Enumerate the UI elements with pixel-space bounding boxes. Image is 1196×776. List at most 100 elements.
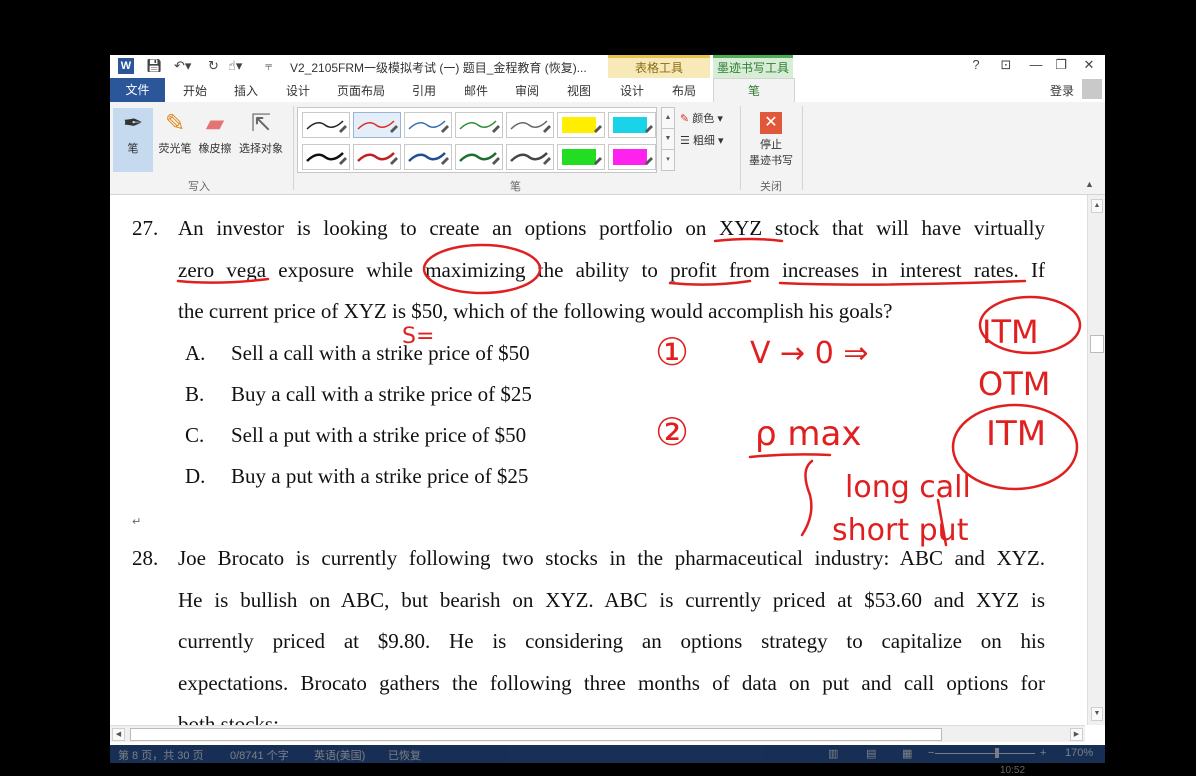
tab-file[interactable]: 文件 — [110, 78, 165, 102]
tab-references[interactable]: 引用 — [412, 82, 436, 99]
word-count[interactable]: 0/8741 个字 — [230, 747, 289, 763]
pen-swatch[interactable] — [302, 112, 350, 138]
tab-view[interactable]: 视图 — [567, 82, 591, 99]
print-layout-icon[interactable]: ▤ — [866, 747, 876, 760]
horizontal-scroll-thumb[interactable] — [130, 728, 942, 741]
pen-swatch[interactable] — [608, 144, 656, 170]
pen-swatch[interactable] — [404, 112, 452, 138]
ink-step-1: ① — [655, 330, 689, 374]
ink-color-label: 颜色 — [692, 113, 715, 125]
zoom-out-button[interactable]: − — [928, 747, 934, 759]
help-button[interactable]: ? — [963, 57, 989, 72]
select-objects-label: 选择对象 — [239, 143, 283, 155]
stop-inking-button[interactable]: ✕ 停止 墨迹书写 — [744, 108, 798, 168]
zoom-in-button[interactable]: + — [1040, 747, 1046, 759]
ink-short-put: short put — [832, 513, 969, 548]
pen-swatch[interactable] — [455, 144, 503, 170]
maximize-button[interactable]: ❐ — [1048, 57, 1074, 73]
word-logo-icon: W — [118, 58, 134, 74]
zoom-slider-knob[interactable] — [995, 748, 999, 758]
ink-color-button[interactable]: ✎ 颜色 ▾ — [680, 110, 723, 126]
ribbon-pen: ✒ 笔 ✎ 荧光笔 ▰ 橡皮擦 ⇱ 选择对象 写入 ▲ ▼ ▾ ✎ 颜色 ▾ ☰… — [110, 102, 1105, 195]
gallery-more[interactable]: ▾ — [661, 149, 675, 171]
pen-swatch[interactable] — [506, 144, 554, 170]
pen-swatch[interactable] — [506, 112, 554, 138]
pen-icon: ✒ — [122, 110, 144, 137]
pen-swatch[interactable] — [353, 144, 401, 170]
tab-table-layout[interactable]: 布局 — [672, 82, 696, 99]
close-button[interactable]: ✕ — [1076, 57, 1102, 73]
ribbon-display-button[interactable]: ⊡ — [993, 57, 1019, 73]
scroll-up-arrow[interactable]: ▲ — [1091, 199, 1103, 213]
save-icon[interactable]: 💾︎ — [146, 58, 163, 74]
tab-review[interactable]: 审阅 — [515, 82, 539, 99]
tab-mailings[interactable]: 邮件 — [464, 82, 488, 99]
tab-page-layout[interactable]: 页面布局 — [337, 82, 385, 99]
login-link[interactable]: 登录 — [1050, 82, 1074, 99]
gallery-scroll-down[interactable]: ▼ — [661, 128, 675, 150]
tab-insert[interactable]: 插入 — [234, 82, 258, 99]
touch-mode-icon[interactable]: ☝▾ — [228, 58, 242, 74]
collapse-ribbon-icon[interactable]: ▲ — [1085, 179, 1094, 189]
scroll-right-arrow[interactable]: ▶ — [1070, 728, 1083, 741]
language-indicator[interactable]: 英语(美国) — [314, 747, 365, 763]
ink-thickness-label: 粗细 — [692, 135, 715, 147]
close-group-label: 关闭 — [760, 181, 782, 193]
eraser-tool-button[interactable]: ▰ 橡皮擦 — [195, 108, 235, 156]
vertical-scrollbar[interactable]: ▲ ▼ — [1087, 195, 1105, 725]
tab-home[interactable]: 开始 — [183, 82, 207, 99]
pen-swatch[interactable] — [455, 112, 503, 138]
pen-swatch[interactable] — [404, 144, 452, 170]
ink-step-2: ② — [655, 410, 689, 454]
ink-tools-context: 墨迹书写工具 — [713, 55, 793, 78]
cursor-arrow-icon: ⇱ — [250, 110, 272, 137]
thickness-icon: ☰ — [680, 135, 690, 147]
ink-itm-1: ITM — [982, 313, 1039, 351]
zoom-slider[interactable] — [935, 753, 1035, 754]
document-title: V2_2105FRM一级模拟考试 (一) 题目_金程教育 (恢复)... — [290, 61, 587, 75]
customize-quick-access-icon[interactable]: ⫧ — [265, 58, 272, 74]
ink-itm-2: ITM — [986, 414, 1046, 454]
highlighter-tool-button[interactable]: ✎ 荧光笔 — [155, 108, 195, 156]
horizontal-scrollbar[interactable]: ◀ ▶ — [110, 725, 1085, 742]
pen-swatch[interactable] — [608, 112, 656, 138]
tab-design[interactable]: 设计 — [286, 82, 310, 99]
ink-thickness-button[interactable]: ☰ 粗细 ▾ — [680, 132, 724, 148]
gallery-scroll-up[interactable]: ▲ — [661, 107, 675, 129]
read-mode-icon[interactable]: ▥ — [828, 747, 838, 760]
pen-tool-button[interactable]: ✒ 笔 — [113, 108, 153, 172]
scroll-down-arrow[interactable]: ▼ — [1091, 707, 1103, 721]
pen-swatch[interactable] — [353, 112, 401, 138]
pens-group-label: 笔 — [510, 181, 521, 193]
vertical-scroll-thumb[interactable] — [1090, 335, 1104, 353]
close-x-icon: ✕ — [760, 112, 782, 134]
group-divider — [802, 106, 803, 190]
ink-rho-underline — [748, 453, 832, 459]
ribbon-tabs: 文件 开始 插入 设计 页面布局 引用 邮件 审阅 视图 设计 布局 笔 登录 — [110, 78, 1105, 104]
tab-table-design[interactable]: 设计 — [620, 82, 644, 99]
ink-otm: OTM — [978, 365, 1050, 403]
tab-pen[interactable]: 笔 — [713, 78, 795, 104]
pen-tool-label: 笔 — [127, 143, 139, 155]
recovered-status: 已恢复 — [388, 750, 421, 762]
pen-gallery — [297, 107, 657, 173]
write-group-label: 写入 — [188, 181, 210, 193]
zoom-level[interactable]: 170% — [1065, 747, 1093, 759]
highlighter-icon: ✎ — [164, 110, 186, 137]
minimize-button[interactable]: — — [1023, 57, 1049, 72]
ink-circle-maximizing — [422, 243, 542, 295]
select-objects-button[interactable]: ⇱ 选择对象 — [236, 108, 286, 156]
pen-swatch[interactable] — [557, 144, 605, 170]
pen-swatch[interactable] — [302, 144, 350, 170]
ink-underline-zero-vega — [176, 277, 270, 284]
page-count[interactable]: 第 8 页，共 30 页 — [118, 747, 204, 763]
undo-icon[interactable]: ↶▾ — [174, 58, 191, 74]
redo-icon[interactable]: ↻ — [208, 58, 219, 74]
avatar[interactable] — [1082, 79, 1102, 99]
web-layout-icon[interactable]: ▦ — [902, 747, 912, 760]
status-bar: 第 8 页，共 30 页 0/8741 个字 英语(美国) 已恢复 ▥ ▤ ▦ … — [110, 745, 1105, 763]
pen-swatch[interactable] — [557, 112, 605, 138]
document-area[interactable]: 27. An investor is looking to create an … — [110, 195, 1085, 725]
scroll-left-arrow[interactable]: ◀ — [112, 728, 125, 741]
table-tools-context: 表格工具 — [608, 55, 710, 78]
